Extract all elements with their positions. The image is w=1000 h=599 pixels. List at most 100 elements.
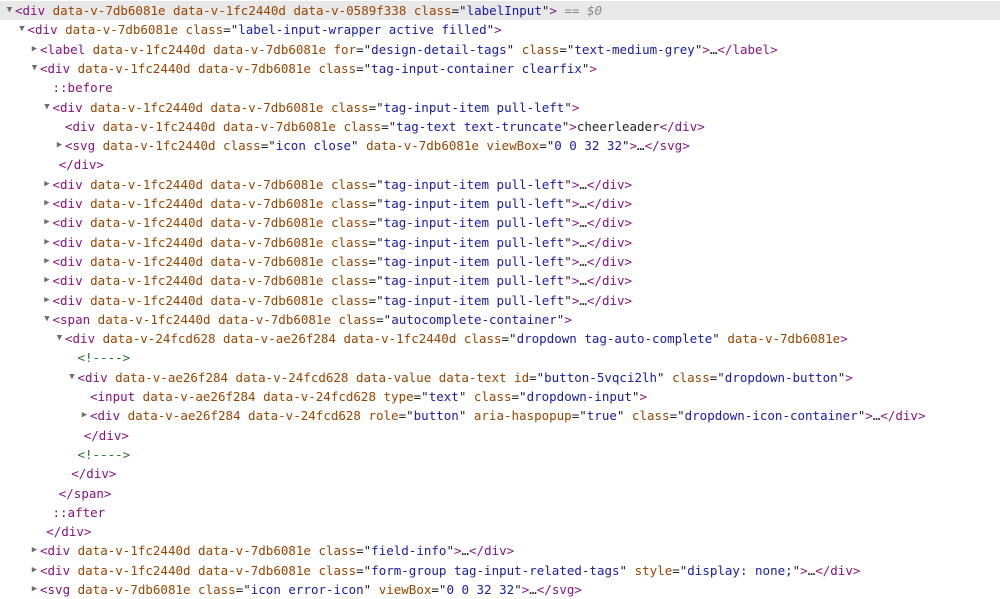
attribute-value: button-5vqci2lh — [544, 369, 658, 385]
triangle-down-icon[interactable]: ▼ — [42, 310, 53, 329]
dom-node-row[interactable]: ▶ <svg data-v-7db6081e class="icon error-… — [0, 580, 1000, 599]
node-text: =" — [672, 562, 688, 578]
dom-node-row[interactable]: ▼ <div data-v-7db6081e class="label-input… — [0, 20, 1000, 39]
node-text: … — [579, 176, 587, 192]
dom-node-row[interactable]: ▼ <div data-v-1fc2440d data-v-7db6081e cl… — [0, 59, 1000, 78]
tag-name: > — [494, 22, 502, 38]
node-text: " — [564, 215, 572, 231]
attribute-name: class — [323, 273, 369, 289]
triangle-right-icon[interactable]: ▶ — [42, 252, 53, 271]
triangle-down-icon[interactable]: ▼ — [4, 1, 15, 20]
attribute-value: tag-input-container clearfix — [371, 60, 582, 76]
dom-node-row[interactable]: ▶ <div data-v-1fc2440d data-v-7db6081e cl… — [0, 175, 1000, 194]
attribute-value: tag-input-item pull-left — [383, 99, 565, 115]
dom-node-row[interactable]: <!----> — [0, 445, 1000, 464]
dom-node-row[interactable]: ▶ <div data-v-1fc2440d data-v-7db6081e cl… — [0, 252, 1000, 271]
node-text: =" — [235, 582, 251, 597]
attribute-name: data-v-1fc2440d — [335, 331, 457, 347]
triangle-down-icon[interactable]: ▼ — [67, 368, 78, 387]
dom-node-row[interactable]: ▶ <div data-v-1fc2440d data-v-7db6081e cl… — [0, 291, 1000, 310]
dom-node-row[interactable]: ▶ <div data-v-1fc2440d data-v-7db6081e cl… — [0, 233, 1000, 252]
dom-node-row[interactable]: ▼ <span data-v-1fc2440d data-v-7db6081e c… — [0, 310, 1000, 329]
attribute-name: data-v-7db6081e — [70, 582, 191, 597]
attribute-name: data-v-1fc2440d — [70, 60, 191, 76]
triangle-right-icon[interactable]: ▶ — [29, 40, 40, 59]
dom-node-row[interactable]: </span> — [0, 484, 1000, 503]
attribute-name: viewBox — [371, 582, 432, 597]
node-text: " — [351, 138, 359, 154]
triangle-down-icon[interactable]: ▼ — [17, 20, 28, 39]
triangle-down-icon[interactable]: ▼ — [42, 98, 53, 117]
triangle-right-icon[interactable]: ▶ — [42, 194, 53, 213]
dom-node-row[interactable]: ▼ <div data-v-24fcd628 data-v-ae26f284 da… — [0, 329, 1000, 348]
triangle-right-icon[interactable]: ▶ — [42, 271, 53, 290]
attribute-value: dropdown tag-auto-complete — [516, 331, 713, 347]
dom-node-row[interactable]: ▶ <div data-v-ae26f284 data-v-24fcd628 ro… — [0, 406, 1000, 425]
dom-node-row[interactable]: <div data-v-1fc2440d data-v-7db6081e cla… — [0, 117, 1000, 136]
dom-node-row[interactable]: ▼ <div data-v-1fc2440d data-v-7db6081e cl… — [0, 98, 1000, 117]
triangle-down-icon[interactable]: ▼ — [29, 59, 40, 78]
attribute-name: class — [323, 234, 369, 250]
attribute-value: tag-input-item pull-left — [383, 234, 565, 250]
dom-node-row[interactable]: ▶ <div data-v-1fc2440d data-v-7db6081e cl… — [0, 194, 1000, 213]
pseudo-element: ::before — [52, 80, 113, 96]
triangle-down-icon[interactable]: ▼ — [54, 329, 65, 348]
triangle-right-icon[interactable]: ▶ — [42, 175, 53, 194]
dom-node-row[interactable]: <input data-v-ae26f284 data-v-24fcd628 t… — [0, 387, 1000, 406]
attribute-value: dropdown-button — [724, 369, 838, 385]
node-text: =" — [511, 389, 527, 404]
dom-node-row[interactable]: </div> — [0, 155, 1000, 174]
node-text: cheerleader — [576, 118, 660, 134]
pseudo-element: ::after — [52, 504, 106, 520]
triangle-right-icon[interactable]: ▶ — [42, 291, 53, 310]
node-text: =" — [431, 582, 447, 597]
node-text: … — [637, 138, 645, 154]
dom-node-row[interactable]: ▶ <svg data-v-1fc2440d class="icon close"… — [0, 136, 1000, 155]
tag-name: <div — [65, 331, 96, 347]
triangle-right-icon[interactable]: ▶ — [42, 233, 53, 252]
dom-node-row[interactable]: ▶ <div data-v-1fc2440d data-v-7db6081e cl… — [0, 271, 1000, 290]
attribute-name: data-v-7db6081e — [205, 41, 326, 57]
attribute-name: role — [360, 408, 399, 424]
triangle-right-icon[interactable]: ▶ — [29, 541, 40, 560]
node-text: =" — [223, 22, 239, 38]
tag-name: <div — [15, 3, 46, 18]
dom-node-row[interactable]: <!----> — [0, 348, 1000, 367]
attribute-name: data-v-7db6081e — [203, 215, 324, 231]
attribute-name: data-v-7db6081e — [203, 273, 324, 289]
html-comment: <!----> — [77, 446, 131, 462]
tag-name: > — [521, 582, 530, 597]
attribute-name: data-v-1fc2440d — [90, 311, 211, 327]
attribute-value: dropdown-input — [526, 389, 632, 404]
triangle-right-icon[interactable]: ▶ — [29, 561, 40, 580]
dom-node-row[interactable]: ▶ <div data-v-1fc2440d data-v-7db6081e cl… — [0, 541, 1000, 560]
dom-node-row[interactable]: ▶ <div data-v-1fc2440d data-v-7db6081e cl… — [0, 213, 1000, 232]
node-text: " — [363, 582, 372, 597]
dom-node-row-selected[interactable]: ▼ <div data-v-7db6081e data-v-1fc2440d da… — [0, 1, 1000, 20]
attribute-name: style — [627, 562, 673, 578]
attribute-name: data-v-24fcd628 — [95, 331, 216, 347]
tag-name: </div> — [83, 427, 129, 443]
dom-node-row[interactable]: ::before — [0, 78, 1000, 97]
dom-node-row[interactable]: ▶ <label data-v-1fc2440d data-v-7db6081e … — [0, 40, 1000, 59]
node-text: " — [564, 292, 572, 308]
triangle-right-icon[interactable]: ▶ — [29, 580, 40, 599]
dom-node-row[interactable]: </div> — [0, 464, 1000, 483]
attribute-name: data-v-1fc2440d — [95, 118, 216, 134]
tag-name: </div> — [469, 543, 515, 559]
triangle-right-icon[interactable]: ▶ — [54, 136, 65, 155]
dom-node-row[interactable]: </div> — [0, 426, 1000, 445]
dom-node-row[interactable]: ▼ <div data-v-ae26f284 data-v-24fcd628 da… — [0, 368, 1000, 387]
node-text: " — [564, 176, 572, 192]
dom-node-row[interactable]: </div> — [0, 522, 1000, 541]
dom-node-row[interactable]: ::after — [0, 503, 1000, 522]
dom-node-row[interactable]: ▶ <div data-v-1fc2440d data-v-7db6081e cl… — [0, 561, 1000, 580]
tag-name: > — [569, 118, 577, 134]
tag-name: <div — [52, 176, 83, 192]
attribute-name: data-v-1fc2440d — [82, 234, 204, 250]
triangle-right-icon[interactable]: ▶ — [42, 213, 53, 232]
triangle-right-icon[interactable]: ▶ — [79, 406, 90, 425]
node-text: … — [579, 234, 587, 250]
devtools-elements-panel: { "rows": [ {"indent": 0, "toggle": "exp… — [0, 0, 1000, 597]
node-text: " — [621, 138, 630, 154]
